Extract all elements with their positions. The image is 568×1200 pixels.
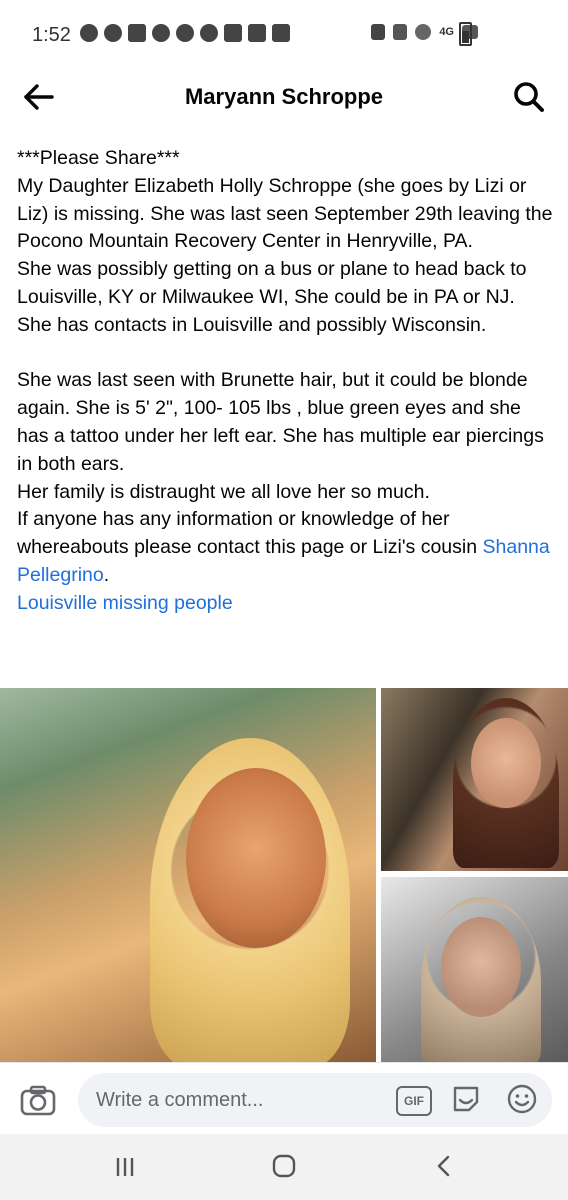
photo-main[interactable] — [0, 688, 376, 1062]
emoji-icon[interactable] — [506, 1083, 538, 1115]
page-link[interactable]: Louisville missing people — [17, 592, 233, 614]
twitter-icon — [80, 24, 98, 42]
cousin-link-suffix: . — [103, 563, 110, 586]
status-time: 1:52 — [32, 24, 71, 46]
camera-icon[interactable] — [20, 1083, 56, 1117]
wifi-icon — [415, 24, 432, 40]
sneaker-icon — [224, 24, 242, 42]
comment-input[interactable]: Write a comment... GIF — [78, 1073, 552, 1127]
photo-face — [441, 917, 521, 1017]
top-bar: Maryann Schroppe — [0, 66, 568, 128]
network-type: 4G — [439, 26, 454, 38]
post-line: ***Please Share*** — [17, 147, 180, 169]
post-text: ***Please Share*** My Daughter Elizabeth… — [17, 145, 557, 618]
mute-icon — [393, 24, 408, 40]
photo-top-right[interactable] — [381, 688, 568, 871]
post-line: Her family is distraught we all love her… — [17, 480, 430, 503]
page-title: Maryann Schroppe — [184, 84, 384, 109]
system-nav-bar — [0, 1134, 568, 1200]
home-icon[interactable] — [272, 1154, 296, 1178]
post-line: She was possibly getting on a bus or pla… — [17, 258, 527, 308]
battery-icon — [459, 22, 472, 46]
notification-icons — [80, 24, 290, 42]
search-icon[interactable] — [512, 80, 546, 114]
sync-icon — [272, 24, 290, 42]
nyt-icon — [152, 24, 170, 42]
status-bar: 1:52 4G — [0, 0, 568, 66]
target-icon — [176, 24, 194, 42]
photo-grid — [0, 688, 568, 1062]
post-line: She was last seen with Brunette hair, bu… — [17, 369, 544, 475]
up-icon — [104, 24, 122, 42]
sticker-icon[interactable] — [450, 1083, 482, 1115]
recents-icon[interactable] — [114, 1156, 136, 1178]
post-line: My Daughter Elizabeth Holly Schroppe (sh… — [17, 174, 553, 253]
image-icon — [248, 24, 266, 42]
post-line: If anyone has any information or knowled… — [17, 506, 557, 589]
mail-icon — [128, 24, 146, 42]
post-line-text: If anyone has any information or knowled… — [17, 508, 478, 559]
photo-bottom-right[interactable] — [381, 877, 568, 1062]
post-line: She has contacts in Louisville and possi… — [17, 313, 487, 336]
photo-face — [186, 768, 326, 948]
comment-bar: Write a comment... GIF — [0, 1062, 568, 1135]
photo-face — [471, 718, 541, 808]
lock-icon — [371, 24, 386, 40]
gif-icon[interactable]: GIF — [396, 1086, 432, 1116]
nyt-icon — [200, 24, 218, 42]
nav-back-icon[interactable] — [434, 1154, 454, 1178]
comment-placeholder: Write a comment... — [96, 1089, 264, 1111]
